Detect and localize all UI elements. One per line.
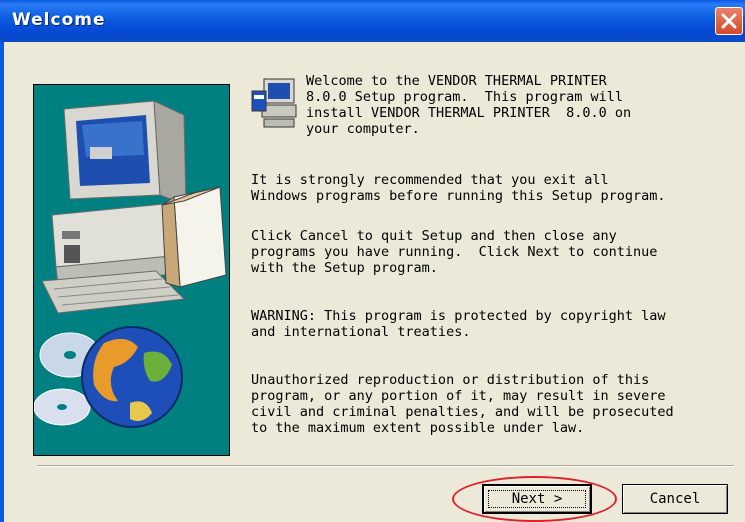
exit-programs-paragraph: It is strongly recommended that you exit…: [251, 172, 666, 204]
close-icon: [721, 13, 737, 29]
close-button[interactable]: [715, 7, 743, 35]
setup-computer-icon: [250, 77, 298, 129]
welcome-paragraph: Welcome to the VENDOR THERMAL PRINTER 8.…: [306, 73, 632, 137]
red-highlight-circle: [452, 476, 617, 522]
cancel-next-paragraph: Click Cancel to quit Setup and then clos…: [251, 228, 658, 276]
window-title: Welcome: [12, 10, 106, 30]
setup-illustration: [33, 84, 230, 456]
title-bar[interactable]: Welcome: [0, 0, 745, 42]
separator-highlight: [37, 466, 734, 467]
copyright-warning-paragraph: WARNING: This program is protected by co…: [251, 308, 666, 340]
unauthorized-reproduction-paragraph: Unauthorized reproduction or distributio…: [251, 372, 674, 436]
setup-dialog: Welcome Welcome to the VENDOR THERMAL PR…: [0, 0, 745, 522]
window-border: [0, 42, 4, 522]
cancel-button[interactable]: Cancel: [622, 484, 728, 514]
cancel-button-label: Cancel: [649, 491, 701, 507]
